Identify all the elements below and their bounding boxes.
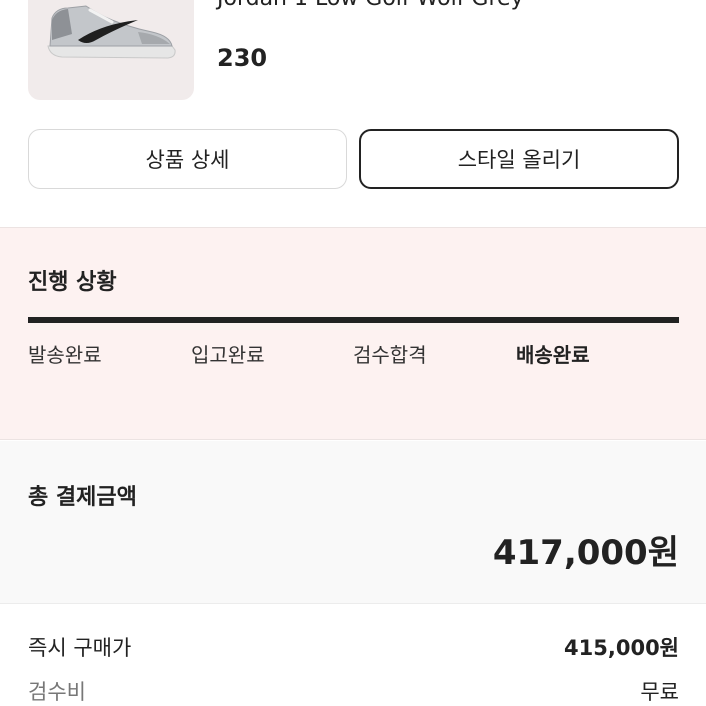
sneaker-image <box>47 5 176 59</box>
product-name: Jordan 1 Low Golf Wolf Grey <box>217 0 524 11</box>
price-row-instant-buy: 즉시 구매가 415,000원 <box>28 632 679 662</box>
step-shipped: 발송완료 <box>28 343 102 367</box>
product-thumbnail[interactable] <box>28 0 194 100</box>
step-delivered: 배송완료 <box>516 343 590 367</box>
product-size: 230 <box>217 44 268 72</box>
product-detail-button[interactable]: 상품 상세 <box>28 129 347 189</box>
inspection-fee-label: 검수비 <box>28 680 86 704</box>
progress-title: 진행 상황 <box>28 270 117 295</box>
instant-buy-value: 415,000원 <box>564 636 679 660</box>
instant-buy-label: 즉시 구매가 <box>28 636 132 660</box>
step-inspection-passed: 검수합격 <box>353 343 427 367</box>
total-payment-value: 417,000원 <box>492 533 679 573</box>
price-row-inspection-fee: 검수비 무료 <box>28 676 679 706</box>
progress-bar-fill <box>28 317 679 323</box>
total-payment-section: 총 결제금액 417,000원 <box>0 441 706 604</box>
step-received: 입고완료 <box>191 343 265 367</box>
progress-section: 진행 상황 발송완료 입고완료 검수합격 배송완료 <box>0 227 706 440</box>
total-payment-label: 총 결제금액 <box>28 485 137 510</box>
progress-bar <box>28 317 679 323</box>
inspection-fee-value: 무료 <box>640 680 679 704</box>
post-style-button[interactable]: 스타일 올리기 <box>359 129 679 189</box>
order-detail-page: Jordan 1 Low Golf Wolf Grey 230 상품 상세 스타… <box>0 0 706 706</box>
